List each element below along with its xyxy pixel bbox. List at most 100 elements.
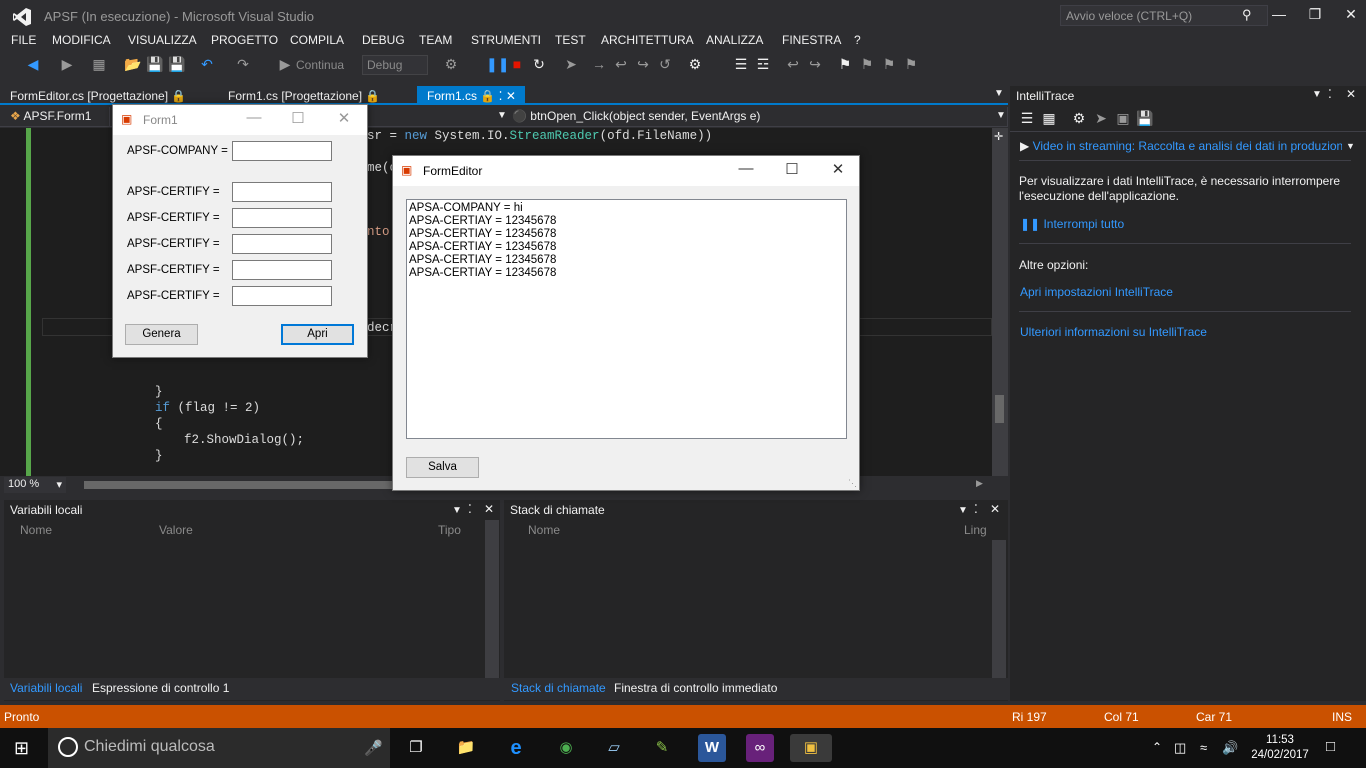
- column-header-language[interactable]: Ling: [964, 523, 987, 537]
- back-icon[interactable]: ◀: [24, 56, 42, 73]
- apsf-app-icon[interactable]: ▣: [790, 734, 832, 762]
- menu-debug[interactable]: DEBUG: [362, 33, 405, 47]
- close-icon[interactable]: ✕: [329, 109, 359, 127]
- column-header-value[interactable]: Valore: [159, 523, 193, 537]
- go-icon[interactable]: ➤: [1092, 110, 1110, 127]
- salva-button[interactable]: Salva: [406, 457, 479, 478]
- maximize-icon[interactable]: ☐: [777, 160, 807, 178]
- config-dropdown[interactable]: Debug: [362, 55, 428, 75]
- certify-input[interactable]: [232, 286, 332, 306]
- tab-form1-design[interactable]: Form1.cs [Progettazione] 🔒: [218, 86, 390, 105]
- save-icon[interactable]: 💾: [146, 56, 164, 73]
- redo-icon[interactable]: ↷: [234, 56, 252, 73]
- member-combo[interactable]: ⚫ btnOpen_Click(object sender, EventArgs…: [508, 107, 1008, 126]
- scrollbar-thumb[interactable]: [995, 395, 1004, 423]
- certify-input[interactable]: [232, 260, 332, 280]
- show-next-icon[interactable]: ➤: [562, 56, 580, 73]
- locals-scrollbar[interactable]: [485, 520, 499, 678]
- gear-icon[interactable]: ⚙: [1070, 110, 1088, 127]
- new-project-icon[interactable]: ▦: [90, 56, 108, 73]
- cortana-search[interactable]: Chiedimi qualcosa: [48, 728, 390, 768]
- notepad-icon[interactable]: ✎: [648, 734, 676, 762]
- pin-icon[interactable]: ⁚: [974, 502, 978, 516]
- break-all-link[interactable]: ❚❚ Interrompi tutto: [1020, 217, 1124, 231]
- panel-dropdown-icon[interactable]: ▼: [1312, 89, 1322, 100]
- process-icon[interactable]: ⚙: [442, 56, 460, 73]
- certify-input[interactable]: [232, 234, 332, 254]
- clock[interactable]: 11:53 24/02/2017: [1250, 733, 1310, 763]
- quick-launch-input[interactable]: Avvio veloce (CTRL+Q): [1060, 5, 1268, 26]
- continue-label[interactable]: Continua: [296, 58, 344, 72]
- pin-icon[interactable]: ⁚: [468, 502, 472, 516]
- list-view-icon[interactable]: ☰: [1018, 110, 1036, 127]
- bookmark-icon[interactable]: ⚑: [836, 56, 854, 73]
- clear-bookmark-icon[interactable]: ⚑: [902, 56, 920, 73]
- pause-icon[interactable]: ❚❚: [486, 56, 509, 73]
- battery-icon[interactable]: ◫: [1174, 740, 1186, 756]
- editor-textbox[interactable]: APSA-COMPANY = hi APSA-CERTIAY = 1234567…: [406, 199, 847, 439]
- save-all-icon[interactable]: 💾: [168, 56, 186, 73]
- comment-icon[interactable]: ↩: [784, 56, 802, 73]
- chevron-down-icon[interactable]: ▼: [1346, 141, 1355, 151]
- close-icon[interactable]: ✕: [1346, 87, 1356, 101]
- tab-form1-code[interactable]: Form1.cs 🔒 ⁚ ✕: [417, 86, 525, 105]
- minimize-icon[interactable]: —: [731, 160, 761, 177]
- horizontal-scroll-thumb[interactable]: [84, 481, 394, 489]
- open-icon[interactable]: 📂: [124, 56, 142, 73]
- uncomment-icon[interactable]: ↪: [806, 56, 824, 73]
- menu-help[interactable]: ?: [854, 33, 861, 47]
- scroll-right-icon[interactable]: ▶: [976, 478, 983, 489]
- wifi-icon[interactable]: ≈: [1200, 740, 1207, 755]
- visual-studio-icon[interactable]: ∞: [746, 734, 774, 762]
- stack-frame-icon[interactable]: ☲: [754, 56, 772, 73]
- genera-button[interactable]: Genera: [125, 324, 198, 345]
- close-icon[interactable]: ✕: [990, 502, 1000, 516]
- class-combo[interactable]: ❖ APSF.Form1: [6, 107, 110, 126]
- details-view-icon[interactable]: ▦: [1040, 110, 1058, 127]
- menu-team[interactable]: TEAM: [419, 33, 452, 47]
- menu-visualizza[interactable]: VISUALIZZA: [128, 33, 197, 47]
- word-icon[interactable]: W: [698, 734, 726, 762]
- resize-grip-icon[interactable]: ⋱: [848, 478, 857, 489]
- menu-file[interactable]: FILE: [11, 33, 36, 47]
- column-header-name[interactable]: Nome: [20, 523, 52, 537]
- app-icon[interactable]: ▱: [600, 734, 628, 762]
- microphone-icon[interactable]: 🎤: [364, 739, 383, 757]
- forward-icon[interactable]: ▶: [58, 56, 76, 73]
- task-view-icon[interactable]: ❐: [402, 734, 430, 762]
- column-header-name[interactable]: Nome: [528, 523, 560, 537]
- prev-bookmark-icon[interactable]: ⚑: [858, 56, 876, 73]
- split-icon[interactable]: ✛: [994, 130, 1003, 143]
- menu-modifica[interactable]: MODIFICA: [52, 33, 111, 47]
- undo-icon[interactable]: ↶: [198, 56, 216, 73]
- menu-strumenti[interactable]: STRUMENTI: [471, 33, 541, 47]
- open-log-icon[interactable]: ▣: [1114, 110, 1132, 127]
- tab-locals[interactable]: Variabili locali: [10, 681, 82, 695]
- volume-icon[interactable]: 🔊: [1222, 740, 1238, 756]
- menu-test[interactable]: TEST: [555, 33, 586, 47]
- menu-analizza[interactable]: ANALIZZA: [706, 33, 763, 47]
- menu-finestra[interactable]: FINESTRA: [782, 33, 841, 47]
- edge-icon[interactable]: e: [502, 734, 530, 762]
- certify-input[interactable]: [232, 182, 332, 202]
- maximize-icon[interactable]: ☐: [283, 109, 313, 127]
- tab-dropdown-icon[interactable]: ▼: [994, 88, 1004, 99]
- tab-formeditor-design[interactable]: FormEditor.cs [Progettazione] 🔒: [0, 86, 196, 105]
- pin-icon[interactable]: ⁚: [1328, 87, 1332, 101]
- minimize-icon[interactable]: —: [239, 109, 269, 126]
- chrome-icon[interactable]: ◉: [552, 734, 580, 762]
- panel-dropdown-icon[interactable]: ▼: [452, 505, 462, 516]
- menu-progetto[interactable]: PROGETTO: [211, 33, 278, 47]
- step-back-icon[interactable]: ↺: [656, 56, 674, 73]
- column-header-type[interactable]: Tipo: [438, 523, 461, 537]
- windows-start-icon[interactable]: ⊞: [14, 738, 29, 759]
- zoom-combo[interactable]: 100 % ▾: [4, 477, 66, 493]
- step-over-icon[interactable]: ↩: [612, 56, 630, 73]
- hex-icon[interactable]: ⚙: [686, 56, 704, 73]
- close-tab-icon[interactable]: ✕: [506, 89, 516, 103]
- thread-icon[interactable]: ☰: [732, 56, 750, 73]
- apri-button[interactable]: Apri: [281, 324, 354, 345]
- menu-architettura[interactable]: ARCHITETTURA: [601, 33, 694, 47]
- step-into-icon[interactable]: →: [590, 56, 608, 72]
- file-explorer-icon[interactable]: 📁: [452, 734, 480, 762]
